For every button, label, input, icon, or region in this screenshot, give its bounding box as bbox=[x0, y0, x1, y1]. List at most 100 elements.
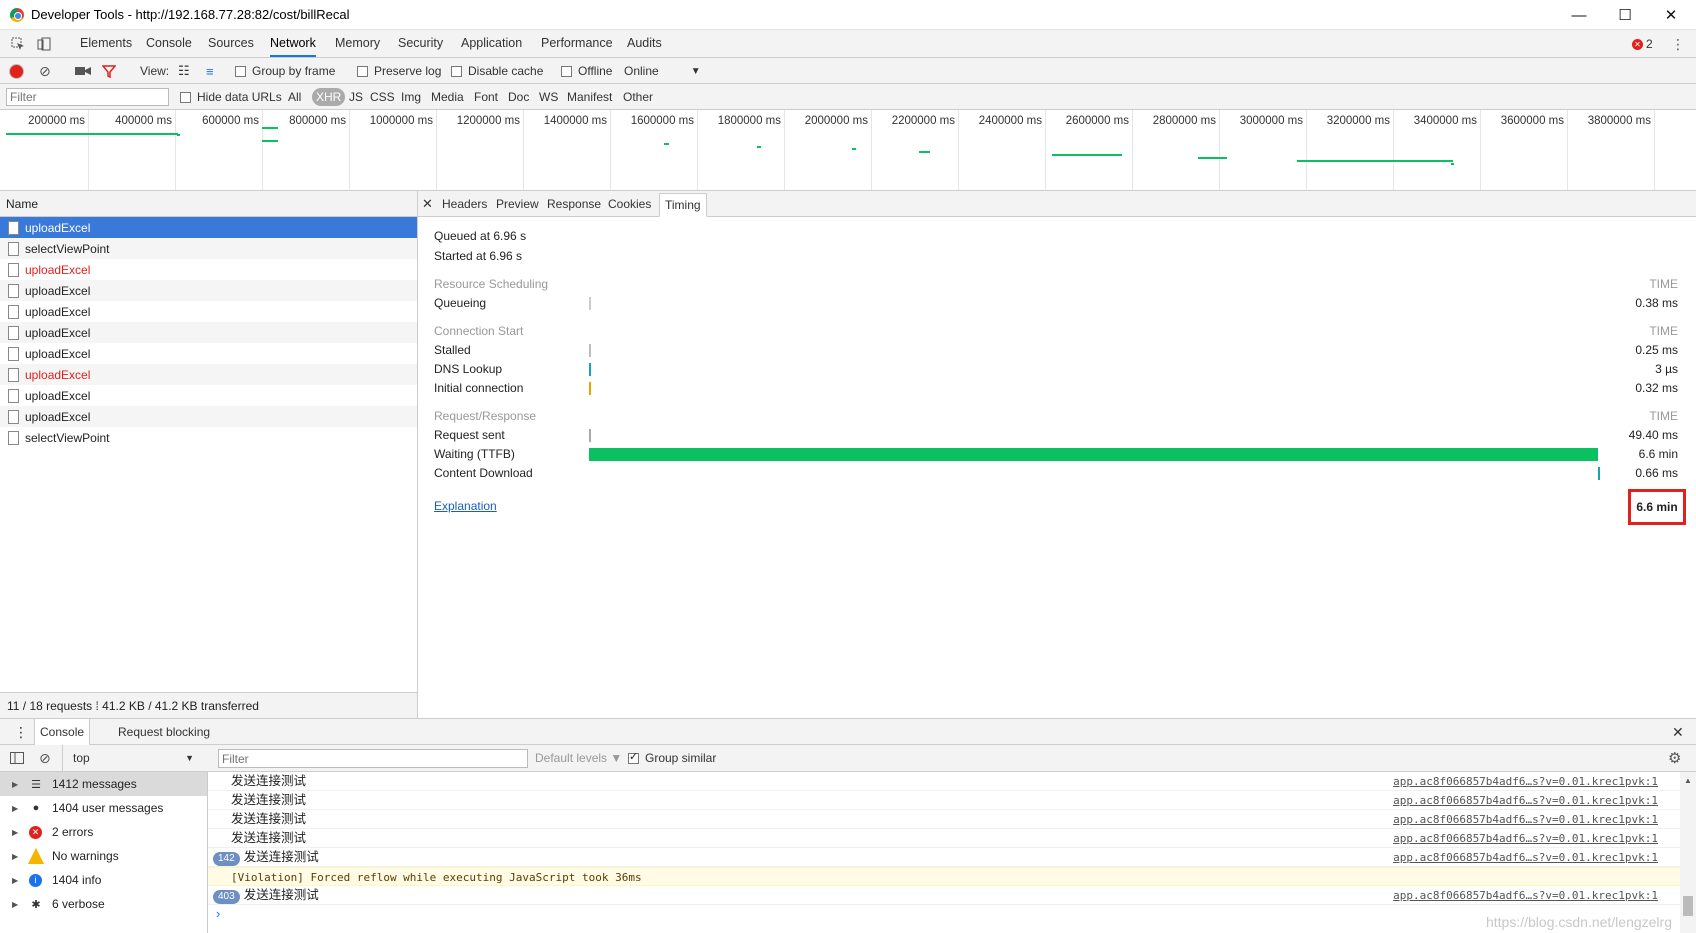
filter-type-css[interactable]: CSS bbox=[367, 88, 398, 106]
large-rows-button[interactable]: ☷ bbox=[178, 58, 190, 84]
throttling-select[interactable]: Online ▼ bbox=[624, 58, 701, 84]
console-source-link[interactable]: app.ac8f066857b4adf6…s?v=0.01.krec1pvk:1 bbox=[1393, 810, 1658, 829]
maximize-button[interactable]: ☐ bbox=[1602, 0, 1648, 30]
error-counter[interactable]: ✕ 2 bbox=[1632, 37, 1653, 51]
console-source-link[interactable]: app.ac8f066857b4adf6…s?v=0.01.krec1pvk:1 bbox=[1393, 886, 1658, 905]
request-row[interactable]: uploadExcel bbox=[0, 406, 417, 427]
request-row[interactable]: uploadExcel bbox=[0, 217, 417, 238]
drawer-tab-request-blocking[interactable]: Request blocking bbox=[118, 719, 210, 745]
filter-type-media[interactable]: Media bbox=[428, 88, 467, 106]
overview-toggle-button[interactable]: ≡ bbox=[206, 58, 214, 84]
filter-type-all[interactable]: All bbox=[285, 88, 304, 106]
console-message-text: 发送连接测试 bbox=[243, 850, 319, 864]
expand-arrow-icon[interactable]: ▶ bbox=[12, 804, 24, 813]
chevron-down-icon: ▼ bbox=[185, 753, 194, 763]
drawer-tab-console[interactable]: Console bbox=[34, 719, 91, 745]
filter-type-font[interactable]: Font bbox=[471, 88, 501, 106]
request-row[interactable]: selectViewPoint bbox=[0, 427, 417, 448]
filter-type-xhr[interactable]: XHR bbox=[312, 88, 346, 106]
clear-button[interactable]: ⊘ bbox=[39, 58, 51, 84]
expand-arrow-icon[interactable]: ▶ bbox=[12, 876, 24, 885]
request-row[interactable]: uploadExcel bbox=[0, 385, 417, 406]
close-detail-icon[interactable]: ✕ bbox=[422, 191, 433, 217]
scroll-thumb[interactable] bbox=[1683, 896, 1693, 916]
hide-data-urls-checkbox[interactable]: Hide data URLs bbox=[180, 84, 282, 110]
console-sidebar-item[interactable]: ▶ ✕ 2 errors bbox=[0, 820, 207, 844]
group-by-frame-checkbox[interactable]: Group by frame bbox=[235, 58, 335, 84]
more-options-icon[interactable]: ⋮ bbox=[1671, 36, 1685, 52]
offline-checkbox[interactable]: Offline bbox=[561, 58, 612, 84]
expand-arrow-icon[interactable]: ▶ bbox=[12, 828, 24, 837]
console-sidebar-item[interactable]: ▶!No warnings bbox=[0, 844, 207, 868]
request-row[interactable]: uploadExcel bbox=[0, 301, 417, 322]
tab-performance[interactable]: Performance bbox=[541, 30, 613, 57]
tab-application[interactable]: Application bbox=[461, 30, 522, 57]
request-row[interactable]: uploadExcel bbox=[0, 364, 417, 385]
expand-arrow-icon[interactable]: ▶ bbox=[12, 780, 24, 789]
request-name: uploadExcel bbox=[25, 388, 91, 403]
console-sidebar-item[interactable]: ▶ ☰ 1412 messages bbox=[0, 772, 207, 796]
log-levels-select[interactable]: Default levels ▼ bbox=[535, 745, 622, 771]
error-icon: ✕ bbox=[1632, 38, 1643, 50]
request-row[interactable]: selectViewPoint bbox=[0, 238, 417, 259]
console-source-link[interactable]: app.ac8f066857b4adf6…s?v=0.01.krec1pvk:1 bbox=[1393, 791, 1658, 810]
timing-bar bbox=[589, 363, 591, 376]
clear-icon: ⊘ bbox=[39, 749, 51, 766]
overview-tick-label: 600000 ms bbox=[202, 115, 259, 127]
console-sidebar-item[interactable]: ▶ i 1404 info bbox=[0, 868, 207, 892]
console-source-link[interactable]: app.ac8f066857b4adf6…s?v=0.01.krec1pvk:1 bbox=[1393, 772, 1658, 791]
tab-elements[interactable]: Elements bbox=[80, 30, 132, 57]
request-row[interactable]: uploadExcel bbox=[0, 280, 417, 301]
tab-sources[interactable]: Sources bbox=[208, 30, 254, 57]
expand-arrow-icon[interactable]: ▶ bbox=[12, 852, 24, 861]
filter-toggle-button[interactable] bbox=[102, 58, 116, 84]
close-drawer-icon[interactable]: ✕ bbox=[1672, 719, 1684, 745]
console-sidebar-item[interactable]: ▶ ● 1404 user messages bbox=[0, 796, 207, 820]
expand-arrow-icon[interactable]: ▶ bbox=[12, 900, 24, 909]
detail-tab-response[interactable]: Response bbox=[547, 191, 601, 217]
preserve-log-checkbox[interactable]: Preserve log bbox=[357, 58, 441, 84]
filter-type-other[interactable]: Other bbox=[620, 88, 656, 106]
device-toolbar-icon[interactable] bbox=[36, 36, 52, 52]
filter-type-ws[interactable]: WS bbox=[536, 88, 561, 106]
tab-console[interactable]: Console bbox=[146, 30, 192, 57]
name-column-header[interactable]: Name bbox=[0, 191, 417, 217]
console-source-link[interactable]: app.ac8f066857b4adf6…s?v=0.01.krec1pvk:1 bbox=[1393, 848, 1658, 867]
console-scrollbar[interactable]: ▲ bbox=[1680, 772, 1696, 933]
filter-type-manifest[interactable]: Manifest bbox=[564, 88, 615, 106]
tab-audits[interactable]: Audits bbox=[627, 30, 662, 57]
console-settings-gear-icon[interactable]: ⚙ bbox=[1668, 745, 1681, 771]
close-window-button[interactable]: ✕ bbox=[1648, 0, 1694, 30]
tab-security[interactable]: Security bbox=[398, 30, 443, 57]
console-prompt[interactable]: › bbox=[208, 905, 1680, 923]
filter-input[interactable] bbox=[6, 88, 169, 106]
disable-cache-checkbox[interactable]: Disable cache bbox=[451, 58, 543, 84]
minimize-button[interactable]: — bbox=[1556, 0, 1602, 30]
filter-type-js[interactable]: JS bbox=[346, 88, 366, 106]
show-sidebar-button[interactable] bbox=[10, 745, 24, 771]
detail-tab-headers[interactable]: Headers bbox=[442, 191, 487, 217]
drawer-menu-icon[interactable]: ⋮ bbox=[14, 719, 28, 745]
clear-console-button[interactable]: ⊘ bbox=[39, 745, 51, 771]
tab-network[interactable]: Network bbox=[270, 30, 316, 57]
inspect-element-icon[interactable] bbox=[10, 36, 26, 52]
console-filter-input[interactable] bbox=[218, 749, 528, 768]
console-source-link[interactable]: app.ac8f066857b4adf6…s?v=0.01.krec1pvk:1 bbox=[1393, 829, 1658, 848]
request-row[interactable]: uploadExcel bbox=[0, 259, 417, 280]
group-similar-checkbox[interactable]: Group similar bbox=[628, 745, 716, 771]
request-row[interactable]: uploadExcel bbox=[0, 343, 417, 364]
filter-type-doc[interactable]: Doc bbox=[505, 88, 532, 106]
request-row[interactable]: uploadExcel bbox=[0, 322, 417, 343]
record-button[interactable] bbox=[10, 58, 23, 84]
tab-memory[interactable]: Memory bbox=[335, 30, 380, 57]
capture-screenshots-button[interactable] bbox=[75, 58, 91, 84]
detail-tab-cookies[interactable]: Cookies bbox=[608, 191, 651, 217]
document-icon bbox=[8, 346, 19, 361]
scroll-up-icon[interactable]: ▲ bbox=[1684, 776, 1692, 785]
detail-tab-preview[interactable]: Preview bbox=[496, 191, 539, 217]
detail-tab-timing[interactable]: Timing bbox=[659, 193, 707, 217]
explanation-link[interactable]: Explanation bbox=[434, 499, 497, 513]
context-select[interactable]: top ▼ bbox=[62, 745, 202, 771]
filter-type-img[interactable]: Img bbox=[398, 88, 424, 106]
console-sidebar-item[interactable]: ▶ ✱ 6 verbose bbox=[0, 892, 207, 916]
